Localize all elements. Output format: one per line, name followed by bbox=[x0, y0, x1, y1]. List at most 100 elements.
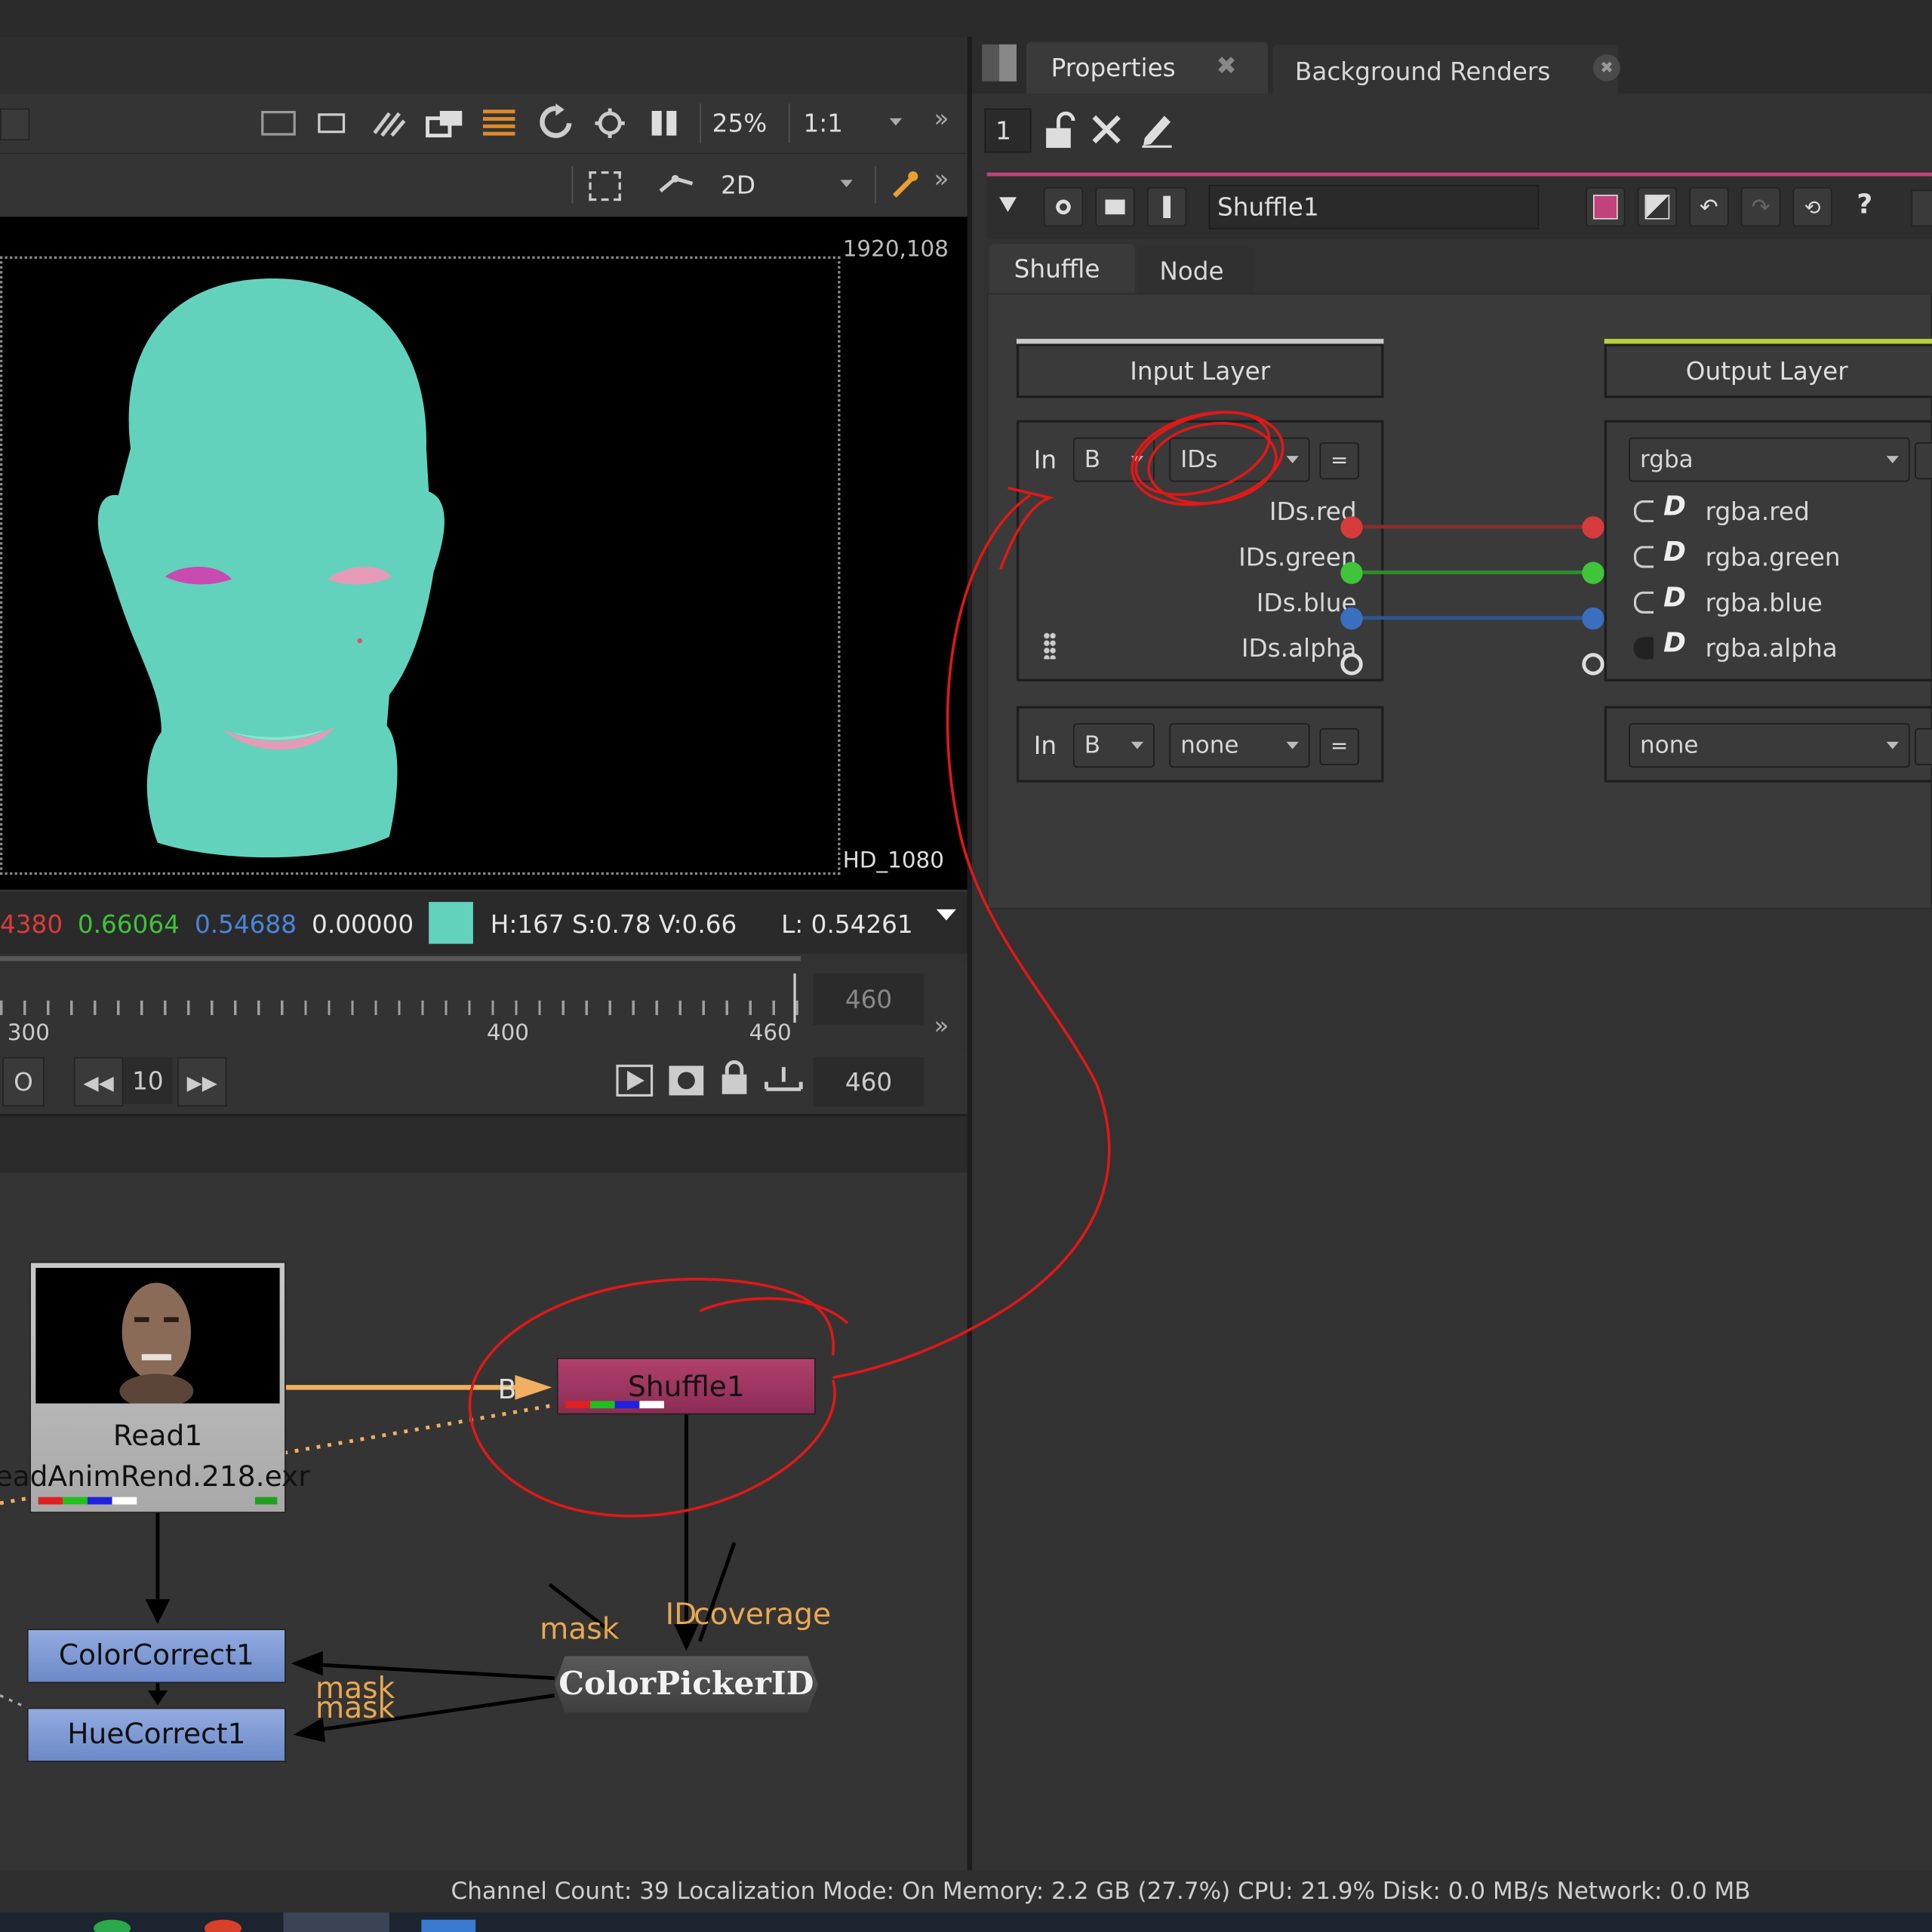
mask-toggle-icon[interactable] bbox=[1633, 637, 1654, 660]
frame-icon[interactable] bbox=[318, 113, 346, 134]
compare-icon[interactable] bbox=[425, 106, 464, 140]
mask-toggle-icon[interactable] bbox=[1633, 546, 1654, 568]
shuffle-node[interactable]: Shuffle1 bbox=[556, 1358, 816, 1415]
current-frame-field[interactable]: 460 bbox=[813, 1057, 924, 1107]
output-green-dot[interactable] bbox=[1582, 561, 1604, 584]
subtab-node[interactable]: Node bbox=[1137, 246, 1254, 294]
step-back-icon[interactable]: ◀◀ bbox=[73, 1057, 124, 1107]
lines-icon[interactable] bbox=[481, 106, 518, 140]
gear-icon[interactable] bbox=[592, 106, 629, 140]
zoom-level[interactable]: 25% bbox=[712, 109, 768, 138]
node-color-icon[interactable] bbox=[1095, 187, 1135, 227]
max-panels-field[interactable]: 1 bbox=[984, 108, 1032, 153]
fps-icon[interactable] bbox=[764, 1062, 803, 1094]
output-a-eq-button[interactable] bbox=[1915, 442, 1932, 480]
wrench-icon[interactable] bbox=[1146, 187, 1187, 227]
revert-icon[interactable]: ⟲ bbox=[1792, 187, 1832, 227]
viewer-toggle-icon[interactable] bbox=[1043, 187, 1084, 227]
lock-icon[interactable] bbox=[719, 1060, 749, 1097]
d-toggle-icon[interactable]: D bbox=[1663, 583, 1686, 614]
d-toggle-icon[interactable]: D bbox=[1663, 491, 1686, 522]
taskbar-app-icon[interactable] bbox=[205, 1919, 242, 1932]
input-a-source-select[interactable]: B bbox=[1073, 437, 1155, 482]
node-name-field[interactable]: Shuffle1 bbox=[1208, 184, 1540, 229]
input-b-eq-button[interactable]: = bbox=[1319, 728, 1359, 765]
subtab-shuffle[interactable]: Shuffle bbox=[989, 244, 1135, 294]
tab-properties[interactable]: Properties ✖ bbox=[1026, 42, 1268, 94]
timeline-ruler[interactable]: 300 400 460 460 » bbox=[0, 963, 968, 1048]
panel-menu-icon[interactable] bbox=[982, 44, 1017, 82]
input-b-layer-select[interactable]: none bbox=[1169, 723, 1310, 768]
pencil-icon[interactable] bbox=[1140, 109, 1174, 148]
output-a-layer-select[interactable]: rgba bbox=[1629, 437, 1910, 482]
viewer-canvas[interactable]: 1920,108 HD_1080 bbox=[0, 217, 968, 890]
input-b-source-select[interactable]: B bbox=[1073, 723, 1155, 768]
close-icon[interactable]: ✖ bbox=[1216, 51, 1236, 80]
d-toggle-icon[interactable]: D bbox=[1663, 537, 1686, 568]
channel-dropdown-stub[interactable] bbox=[0, 108, 30, 141]
view-mode-dropdown-arrow[interactable] bbox=[840, 180, 853, 188]
font-color-icon[interactable] bbox=[1637, 187, 1678, 227]
input-a-layer-select[interactable]: IDs bbox=[1169, 437, 1310, 482]
transform-handle-icon[interactable] bbox=[656, 166, 698, 203]
taskbar-app-icon[interactable] bbox=[94, 1919, 131, 1932]
unlock-icon[interactable] bbox=[1044, 111, 1081, 150]
float-panel-icon[interactable] bbox=[1911, 189, 1932, 227]
d-toggle-icon[interactable]: D bbox=[1663, 629, 1686, 660]
tab-background-renders[interactable]: Background Renders ✖ bbox=[1272, 44, 1620, 94]
input-red-dot[interactable] bbox=[1340, 516, 1363, 539]
step-increment-field[interactable]: 10 bbox=[123, 1057, 173, 1104]
close-icon[interactable]: ✖ bbox=[1593, 54, 1620, 82]
output-b-eq-button[interactable] bbox=[1915, 728, 1932, 765]
taskbar-active-app[interactable] bbox=[283, 1912, 389, 1932]
input-blue-dot[interactable] bbox=[1340, 607, 1363, 630]
output-blue-dot[interactable] bbox=[1582, 607, 1604, 630]
mask-toggle-icon[interactable] bbox=[1633, 591, 1654, 614]
eyedropper-icon[interactable] bbox=[890, 169, 919, 201]
ratio-select[interactable]: 1:1 bbox=[803, 109, 843, 138]
node-graph[interactable]: Read1 eadAnimRend.218.exr B Shuffle1 Col… bbox=[0, 1173, 968, 1871]
input-alpha-dot[interactable] bbox=[1340, 653, 1363, 675]
record-icon[interactable] bbox=[668, 1065, 705, 1097]
help-icon[interactable]: ? bbox=[1857, 189, 1872, 220]
output-alpha-dot[interactable] bbox=[1582, 653, 1604, 675]
colorcorrect-node[interactable]: ColorCorrect1 bbox=[26, 1629, 286, 1684]
frame-mode-button[interactable]: O bbox=[2, 1057, 45, 1107]
end-frame-field[interactable]: 460 bbox=[813, 973, 924, 1026]
expand-chevron-icon[interactable]: » bbox=[934, 1011, 949, 1040]
input-a-eq-button[interactable]: = bbox=[1319, 442, 1359, 480]
info-dropdown-arrow[interactable] bbox=[936, 909, 956, 921]
playhead[interactable] bbox=[793, 973, 796, 1023]
timeline-range-bar[interactable] bbox=[0, 955, 801, 961]
expand-chevron-icon[interactable]: » bbox=[934, 164, 949, 193]
colorpickerid-node[interactable]: ColorPickerID bbox=[554, 1656, 819, 1713]
ratio-dropdown-arrow[interactable] bbox=[889, 118, 903, 126]
drag-handle-icon[interactable] bbox=[1043, 632, 1057, 660]
undo-icon[interactable]: ↶ bbox=[1689, 187, 1729, 227]
huecorrect-node[interactable]: HueCorrect1 bbox=[26, 1707, 286, 1762]
timeline-ticks bbox=[0, 1000, 798, 1016]
properties-toolbar: 1 bbox=[972, 94, 1932, 171]
taskbar-app-icon[interactable] bbox=[421, 1919, 476, 1932]
input-green-dot[interactable] bbox=[1340, 561, 1363, 584]
pixel-red-value: 4380 bbox=[0, 909, 63, 940]
roi-icon[interactable] bbox=[261, 110, 296, 136]
region-select-icon[interactable] bbox=[589, 171, 621, 202]
output-channel-green: rgba.green bbox=[1705, 542, 1841, 572]
refresh-icon[interactable] bbox=[537, 103, 574, 143]
output-b-layer-select[interactable]: none bbox=[1629, 723, 1910, 768]
mask-toggle-icon[interactable] bbox=[1633, 500, 1654, 523]
redo-icon[interactable]: ↷ bbox=[1740, 187, 1781, 227]
collapse-icon[interactable] bbox=[999, 197, 1017, 212]
output-red-dot[interactable] bbox=[1582, 516, 1604, 539]
tile-color-icon[interactable] bbox=[1586, 187, 1626, 227]
clear-panels-icon[interactable] bbox=[1091, 113, 1122, 145]
wipe-icon[interactable] bbox=[370, 106, 407, 140]
output-layer-title: Output Layer bbox=[1604, 343, 1932, 398]
expand-chevron-icon[interactable]: » bbox=[934, 103, 949, 133]
play-icon[interactable] bbox=[616, 1064, 654, 1097]
pause-icon[interactable] bbox=[648, 109, 683, 138]
step-forward-icon[interactable]: ▶▶ bbox=[177, 1057, 227, 1107]
view-mode-select[interactable]: 2D bbox=[721, 170, 755, 199]
output-channel-blue: rgba.blue bbox=[1705, 587, 1823, 617]
